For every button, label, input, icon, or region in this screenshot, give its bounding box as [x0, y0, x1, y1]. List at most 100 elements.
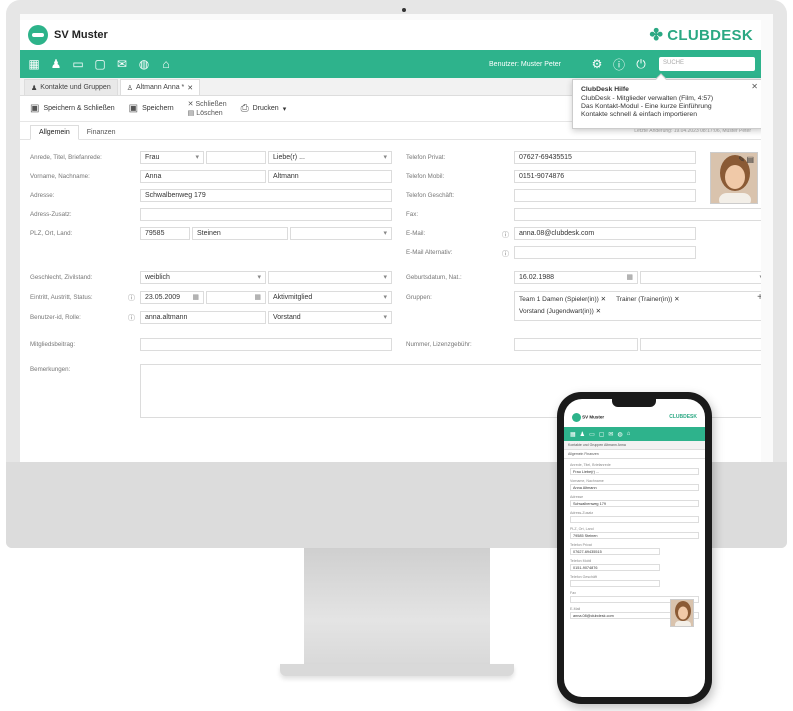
- remove-chip-icon[interactable]: ✕: [596, 308, 601, 315]
- print-button[interactable]: ⎙ Drucken ▾: [241, 103, 287, 114]
- delete-button[interactable]: ▤ Löschen: [188, 109, 227, 117]
- mail-icon[interactable]: ✉: [114, 56, 130, 72]
- folder-icon[interactable]: ▢: [599, 431, 605, 438]
- group-chip[interactable]: Team 1 Damen (Spieler(in)) ✕: [519, 294, 606, 306]
- close-icon[interactable]: ✕: [751, 83, 758, 91]
- phone-field-label: Anrede, Titel, Briefanrede: [570, 463, 611, 467]
- email-field[interactable]: anna.08@clubdesk.com: [514, 227, 696, 240]
- groups-field[interactable]: Team 1 Damen (Spieler(in)) ✕ Trainer (Tr…: [514, 291, 761, 321]
- label-remarks: Bemerkungen:: [30, 366, 71, 373]
- calendar-icon[interactable]: ▭: [589, 431, 595, 438]
- phone-field[interactable]: Frau Liebe(r) ...: [570, 468, 699, 475]
- salutation-select[interactable]: Frau ▾: [140, 151, 204, 164]
- phone-avatar[interactable]: [670, 599, 694, 627]
- mail-icon[interactable]: ✉: [608, 431, 613, 438]
- tab-contacts-groups[interactable]: ♟ Kontakte und Gruppen: [24, 79, 118, 95]
- edit-icon[interactable]: ✎: [738, 155, 745, 164]
- exit-date-field[interactable]: ▦: [206, 291, 266, 304]
- phone-field[interactable]: 07627-69435515: [570, 548, 660, 555]
- status-select[interactable]: Aktivmitglied ▾: [268, 291, 392, 304]
- phone-mobile-field[interactable]: 0151-9074876: [514, 170, 696, 183]
- email-alt-field[interactable]: [514, 246, 696, 259]
- power-icon[interactable]: ⏻: [633, 56, 649, 72]
- role-select[interactable]: Vorstand ▾: [268, 311, 392, 324]
- grid-icon[interactable]: ▦: [570, 431, 576, 438]
- calendar-icon[interactable]: ▭: [70, 56, 86, 72]
- grid-icon[interactable]: ▦: [26, 56, 42, 72]
- phone-field[interactable]: [570, 516, 699, 523]
- address-extra-field[interactable]: [140, 208, 392, 221]
- search-input[interactable]: SUCHE: [659, 57, 755, 71]
- remove-chip-icon[interactable]: ✕: [601, 296, 606, 303]
- add-group-icon[interactable]: +: [757, 292, 761, 304]
- phone-screen: SV Muster CLUBDESK ▦ ♟ ▭ ▢ ✉ ◍ ⌂ Kontakt…: [564, 399, 705, 697]
- group-chip[interactable]: Trainer (Trainer(in)) ✕: [616, 294, 679, 306]
- fax-field[interactable]: [514, 208, 761, 221]
- chevron-down-icon: ▾: [759, 273, 761, 281]
- contacts-icon[interactable]: ♟: [48, 56, 64, 72]
- help-icon[interactable]: ⓘ: [611, 56, 627, 72]
- save-close-button[interactable]: ▣ Speichern & Schließen: [30, 103, 115, 114]
- gear-icon[interactable]: ⚙: [589, 56, 605, 72]
- globe-icon[interactable]: ◍: [617, 431, 622, 438]
- phone-business-field[interactable]: [514, 189, 696, 202]
- userid-field[interactable]: anna.altmann: [140, 311, 266, 324]
- city-field[interactable]: Steinen: [192, 227, 288, 240]
- save-icon: ▣: [30, 103, 40, 114]
- bank-icon[interactable]: ⌂: [627, 431, 631, 437]
- help-title: ClubDesk Hilfe: [581, 86, 629, 93]
- civil-status-select[interactable]: ▾: [268, 271, 392, 284]
- trash-icon[interactable]: ▤: [746, 155, 754, 164]
- first-name-field[interactable]: Anna: [140, 170, 266, 183]
- entry-date-field[interactable]: 23.05.2009 ▦: [140, 291, 204, 304]
- chevron-down-icon: ▾: [383, 230, 387, 237]
- contacts-icon[interactable]: ♟: [580, 431, 585, 438]
- phone-field[interactable]: [570, 580, 660, 587]
- license-number-field[interactable]: [514, 338, 638, 351]
- help-link[interactable]: Das Kontakt-Modul - Eine kurze Einführun…: [581, 103, 755, 111]
- nationality-select[interactable]: ▾: [640, 271, 761, 284]
- info-icon[interactable]: ⓘ: [128, 313, 135, 323]
- phone-field[interactable]: 0151-9074876: [570, 564, 660, 571]
- info-icon[interactable]: ⓘ: [128, 293, 135, 303]
- help-link[interactable]: ClubDesk - Mitglieder verwalten (Film, 4…: [581, 95, 755, 103]
- zip-field[interactable]: 79585: [140, 227, 190, 240]
- help-link[interactable]: Kontakte schnell & einfach importieren: [581, 111, 755, 119]
- remove-chip-icon[interactable]: ✕: [674, 296, 679, 303]
- phone-field[interactable]: Schwalbenweg 179: [570, 500, 699, 507]
- license-fee-field[interactable]: [640, 338, 761, 351]
- tab-finances[interactable]: Finanzen: [79, 126, 124, 139]
- close-button[interactable]: ✕ Schließen: [188, 100, 227, 108]
- role-value: Vorstand: [273, 314, 301, 321]
- label-groups: Gruppen:: [406, 294, 432, 301]
- address-field[interactable]: Schwalbenweg 179: [140, 189, 392, 202]
- phone-field-label: PLZ, Ort, Land: [570, 527, 594, 531]
- group-chip[interactable]: Vorstand (Jugendwart(in)) ✕: [519, 306, 601, 318]
- globe-icon[interactable]: ◍: [136, 56, 152, 72]
- tab-general[interactable]: Allgemein: [30, 125, 79, 140]
- birthdate-field[interactable]: 16.02.1988 ▦: [514, 271, 638, 284]
- title-field[interactable]: [206, 151, 266, 164]
- last-name-field[interactable]: Altmann: [268, 170, 392, 183]
- tab-contact-altmann[interactable]: ♙ Altmann Anna * ✕: [119, 79, 201, 95]
- close-tab-icon[interactable]: ✕: [187, 84, 193, 92]
- save-button[interactable]: ▣ Speichern: [129, 103, 174, 114]
- label-fee: Mitgliedsbeitrag:: [30, 341, 76, 348]
- bank-icon[interactable]: ⌂: [158, 56, 174, 72]
- person-icon: ♙: [126, 84, 134, 92]
- avatar[interactable]: ✎ ▤: [710, 152, 758, 204]
- letter-salutation-select[interactable]: Liebe(r) ... ▾: [268, 151, 392, 164]
- phone-field[interactable]: Anna Altmann: [570, 484, 699, 491]
- folder-icon[interactable]: ▢: [92, 56, 108, 72]
- country-select[interactable]: ▾: [290, 227, 392, 240]
- print-label: Drucken: [252, 105, 279, 112]
- phone-private-field[interactable]: 07627-69435515: [514, 151, 696, 164]
- phone-subtabs[interactable]: Allgemein Finanzen: [564, 450, 705, 459]
- phone-field[interactable]: 79585 Steinen: [570, 532, 699, 539]
- info-icon[interactable]: ⓘ: [502, 249, 509, 259]
- info-icon[interactable]: ⓘ: [502, 230, 509, 240]
- fee-field[interactable]: [140, 338, 392, 351]
- gender-select[interactable]: weiblich ▾: [140, 271, 266, 284]
- gender-value: weiblich: [145, 274, 170, 281]
- phone-tabs[interactable]: Kontakte und Gruppen Altmann Anna: [564, 441, 705, 450]
